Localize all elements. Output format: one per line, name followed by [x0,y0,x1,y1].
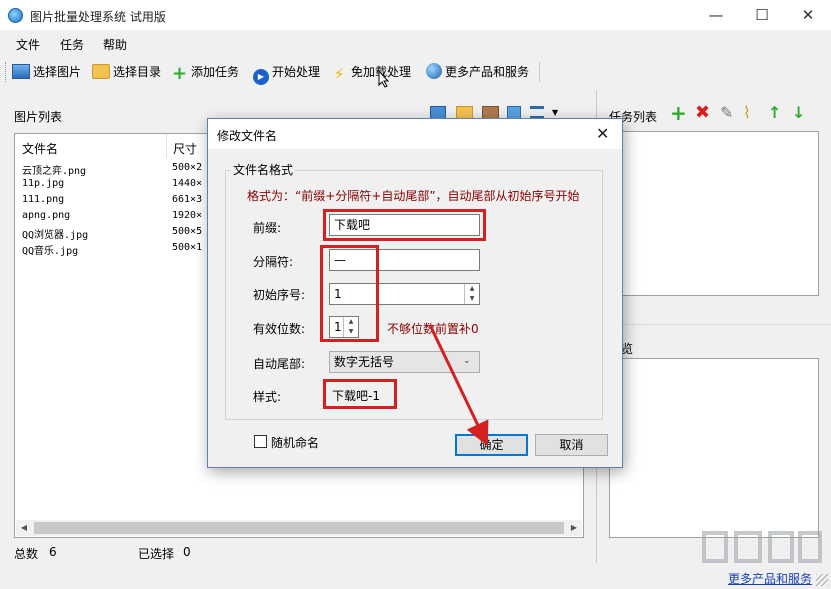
status-bar [0,563,831,589]
list-item-size: 500×1 [172,242,203,253]
column-header-size[interactable]: 尺寸 [173,140,197,157]
globe-icon [426,63,442,79]
total-value: 6 [49,545,57,559]
watermark-graphic [702,531,822,563]
task-list[interactable] [609,131,819,296]
scroll-left-icon[interactable]: ◀ [16,520,32,536]
cancel-button[interactable]: 取消 [535,434,608,456]
close-button[interactable]: ✕ [785,0,831,30]
selected-value: 0 [183,545,191,559]
lightning-icon: ⚡ [334,65,345,83]
folder-icon [92,64,110,79]
prefix-label: 前缀: [253,221,282,235]
format-hint: 格式为：“前缀+分隔符+自动尾部”，自动尾部从初始序号开始 [247,189,580,203]
menu-task[interactable]: 任务 [60,36,84,53]
add-task-label: 添加任务 [191,65,240,79]
prefix-input[interactable]: 下载吧 [329,214,480,236]
toolbar-separator [539,62,540,82]
image-list-label: 图片列表 [14,110,63,124]
list-item-size: 1920× [172,210,203,221]
start-index-spinner[interactable]: ▲ ▼ [464,284,479,304]
broom-icon[interactable]: ⌇ [743,103,751,123]
more-products-button[interactable]: 更多产品和服务 [426,62,529,82]
group-title: 文件名格式 [231,161,296,178]
list-item-name[interactable]: 11p.jpg [22,178,64,189]
wrench-icon[interactable]: ✎ [720,103,733,123]
list-item-size: 1440× [172,178,203,189]
arrow-up-icon[interactable]: ↑ [768,103,781,123]
auto-tail-value: 数字无括号 [334,355,395,369]
scroll-right-icon[interactable]: ▶ [566,520,582,536]
preview-area [609,358,819,538]
arrow-down-icon[interactable]: ↓ [792,103,805,123]
select-image-label: 选择图片 [33,65,82,79]
select-directory-button[interactable]: 选择目录 [92,62,161,82]
scrollbar-thumb[interactable] [34,522,564,534]
column-header-filename[interactable]: 文件名 [22,140,58,157]
minimize-button[interactable]: — [693,0,739,30]
list-item-name[interactable]: 云顶之弈.png [22,162,86,177]
list-item-name[interactable]: 111.png [22,194,64,205]
divider [604,324,831,325]
delete-icon[interactable]: ✖ [695,103,710,123]
window-title: 图片批量处理系统 试用版 [30,10,166,24]
mouse-cursor-icon [378,70,390,88]
toolbar-grip [5,62,7,82]
annotation-arrow [428,324,489,447]
random-name-label[interactable]: 随机命名 [271,434,319,451]
select-image-button[interactable]: 选择图片 [12,62,81,82]
start-index-label: 初始序号: [253,288,306,302]
style-label: 样式: [253,390,282,404]
list-item-name[interactable]: apng.png [22,210,70,221]
menu-file[interactable]: 文件 [16,36,40,53]
free-install-button[interactable]: ⚡ 免加载处理 [334,62,411,82]
total-label: 总数 [14,547,39,561]
play-icon: ▶ [253,69,269,85]
resize-grip[interactable] [816,574,828,586]
list-item-name[interactable]: QQ音乐.jpg [22,242,78,257]
dialog-title: 修改文件名 [217,129,278,143]
random-name-checkbox[interactable] [254,435,267,448]
list-item-size: 661×3 [172,194,203,205]
list-item-name[interactable]: QQ浏览器.jpg [22,226,88,241]
picture-icon [12,64,30,79]
style-preview: 下载吧-1 [332,389,380,403]
separator-label: 分隔符: [253,255,294,269]
start-processing-button[interactable]: ▶ 开始处理 [253,62,321,85]
selected-label: 已选择 [138,547,175,561]
digits-label: 有效位数: [253,322,306,336]
more-products-link[interactable]: 更多产品和服务 [728,570,812,587]
app-logo-icon [8,8,23,23]
more-products-label: 更多产品和服务 [445,65,530,79]
add-task-icon[interactable]: + [670,103,687,123]
plus-icon: + [172,63,188,84]
chevron-down-icon[interactable]: ▼ [552,108,558,117]
watermark-logo [700,527,825,567]
column-divider [166,134,167,158]
dialog-close-icon[interactable]: ✕ [596,124,609,143]
annotation-box [320,245,379,342]
add-task-button[interactable]: + 添加任务 [172,62,240,84]
select-directory-label: 选择目录 [113,65,162,79]
maximize-button[interactable]: ☐ [739,0,785,30]
auto-tail-label: 自动尾部: [253,357,306,371]
list-item-size: 500×2 [172,162,203,173]
menu-help[interactable]: 帮助 [103,36,127,53]
start-processing-label: 开始处理 [272,65,321,79]
list-item-size: 500×5 [172,226,203,237]
